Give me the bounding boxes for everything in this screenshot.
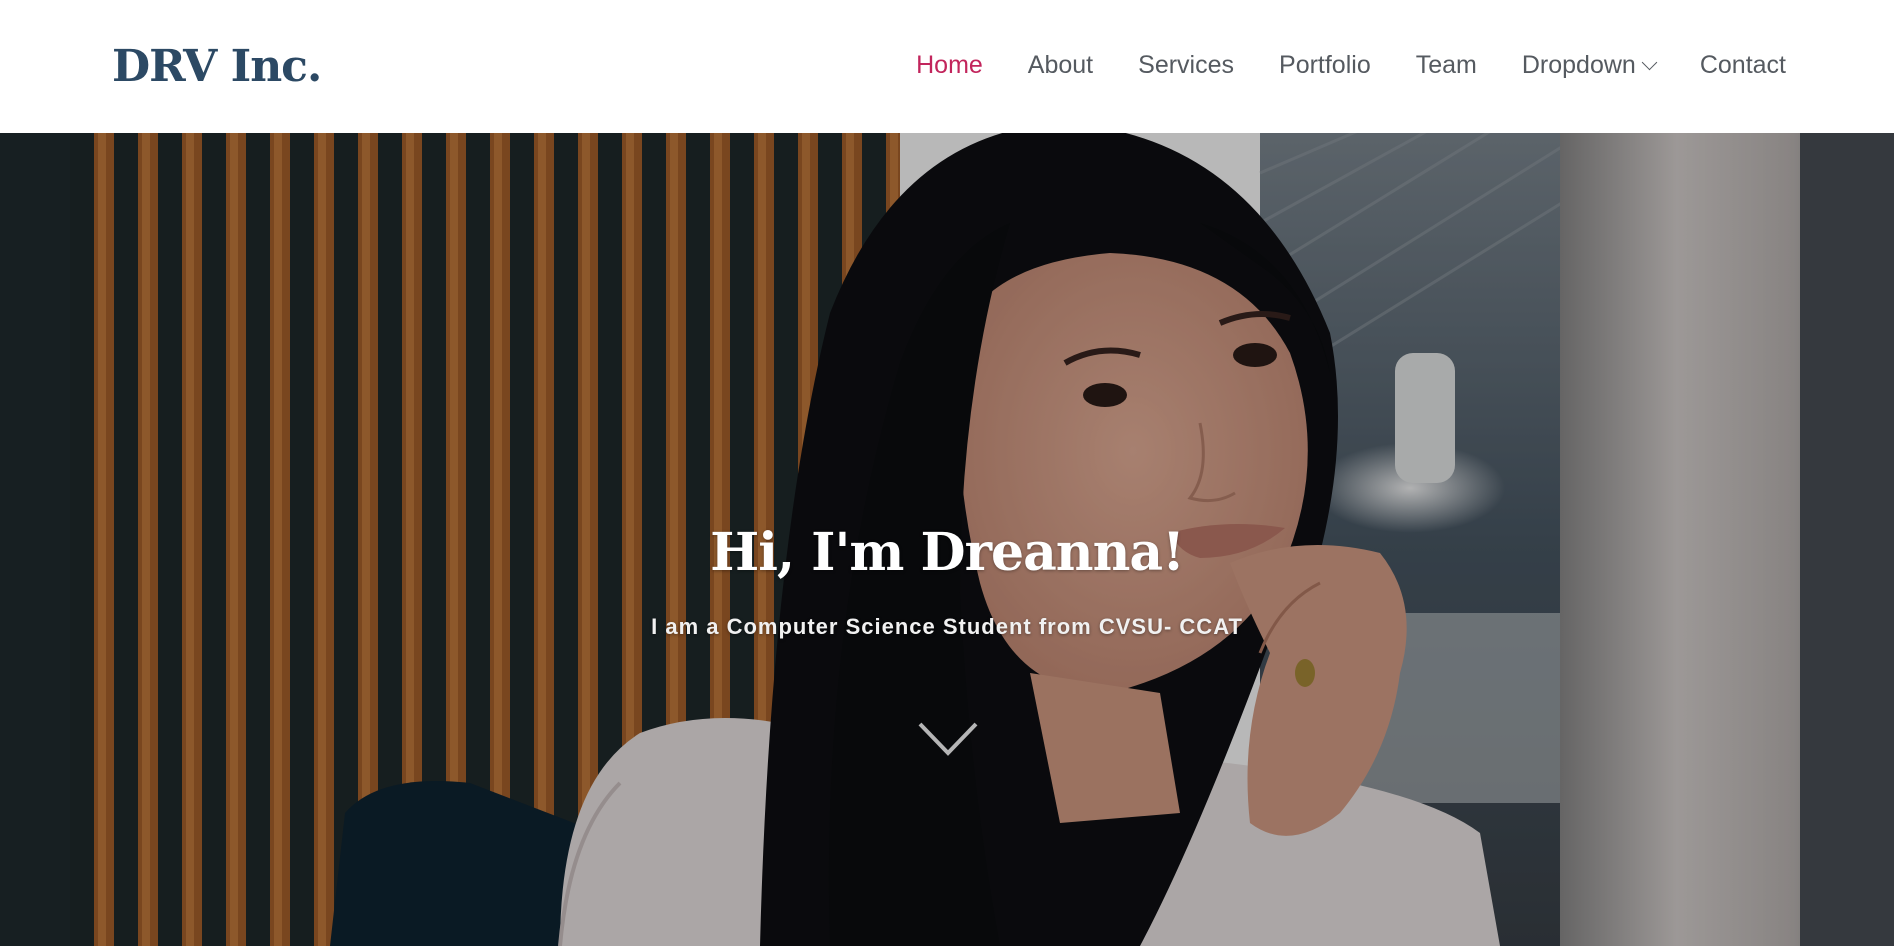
nav-item-services[interactable]: Services xyxy=(1138,51,1234,80)
hero-subtitle: I am a Computer Science Student from CVS… xyxy=(651,614,1243,639)
nav-item-dropdown-label: Dropdown xyxy=(1521,51,1636,79)
hero-title: Hi, I'm Dreanna! xyxy=(710,522,1185,583)
logo-link[interactable]: DRV Inc. xyxy=(112,41,322,92)
main-nav: Home About Services Portfolio Team Dropd… xyxy=(916,51,1786,80)
nav-item-home[interactable]: Home xyxy=(916,51,983,80)
chevron-down-icon xyxy=(1641,54,1658,71)
nav-item-dropdown[interactable]: Dropdown xyxy=(1521,51,1658,80)
nav-item-portfolio[interactable]: Portfolio xyxy=(1279,51,1371,80)
chevron-down-icon[interactable] xyxy=(918,721,978,757)
site-header: DRV Inc. Home About Services Portfolio T… xyxy=(0,0,1894,133)
nav-item-about[interactable]: About xyxy=(1028,51,1093,80)
nav-item-team[interactable]: Team xyxy=(1416,51,1477,80)
hero-section: Hi, I'm Dreanna! I am a Computer Science… xyxy=(0,133,1894,946)
hero-content: Hi, I'm Dreanna! I am a Computer Science… xyxy=(0,518,1894,640)
nav-item-contact[interactable]: Contact xyxy=(1700,51,1786,80)
